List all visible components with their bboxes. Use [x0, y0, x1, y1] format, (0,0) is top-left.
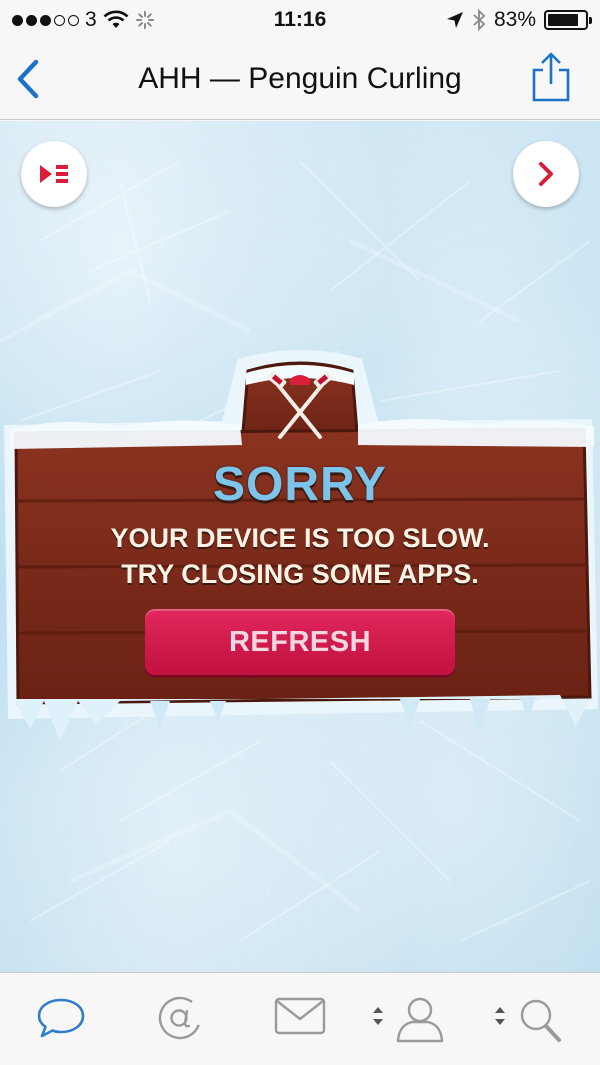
tab-profile[interactable]	[370, 995, 450, 1050]
battery-icon	[544, 10, 592, 30]
page-title: AHH — Penguin Curling	[138, 62, 462, 95]
envelope-icon	[274, 997, 326, 1035]
bluetooth-icon	[473, 9, 486, 31]
tab-inbox[interactable]	[273, 995, 327, 1042]
error-sign: SORRY YOUR DEVICE IS TOO SLOW. TRY CLOSI…	[0, 349, 600, 749]
refresh-button[interactable]: REFRESH	[145, 609, 455, 675]
error-message-line-2: TRY CLOSING SOME APPS.	[121, 559, 479, 589]
game-canvas[interactable]: SORRY YOUR DEVICE IS TOO SLOW. TRY CLOSI…	[0, 121, 600, 972]
tab-messages[interactable]	[36, 995, 86, 1046]
error-heading: SORRY	[213, 458, 387, 511]
tab-bar	[0, 972, 600, 1065]
play-list-icon	[40, 165, 68, 183]
share-button[interactable]	[528, 50, 574, 104]
status-right: 83%	[446, 8, 592, 32]
tab-mentions[interactable]	[157, 995, 203, 1046]
speech-bubble-icon	[37, 998, 85, 1038]
share-icon	[532, 52, 570, 102]
next-button[interactable]	[513, 141, 579, 207]
battery-percent: 83%	[493, 8, 536, 31]
profile-icon	[373, 997, 444, 1043]
navigation-bar: AHH — Penguin Curling	[0, 40, 600, 120]
tab-search[interactable]	[492, 995, 572, 1050]
status-bar: 3 11:16 83%	[0, 0, 600, 40]
menu-button[interactable]	[21, 141, 87, 207]
location-arrow-icon	[446, 12, 463, 28]
error-message-line-1: YOUR DEVICE IS TOO SLOW.	[110, 523, 490, 553]
battery-fill	[548, 14, 578, 26]
search-icon	[495, 999, 561, 1042]
chevron-right-icon	[539, 162, 553, 186]
at-sign-icon	[158, 996, 202, 1040]
